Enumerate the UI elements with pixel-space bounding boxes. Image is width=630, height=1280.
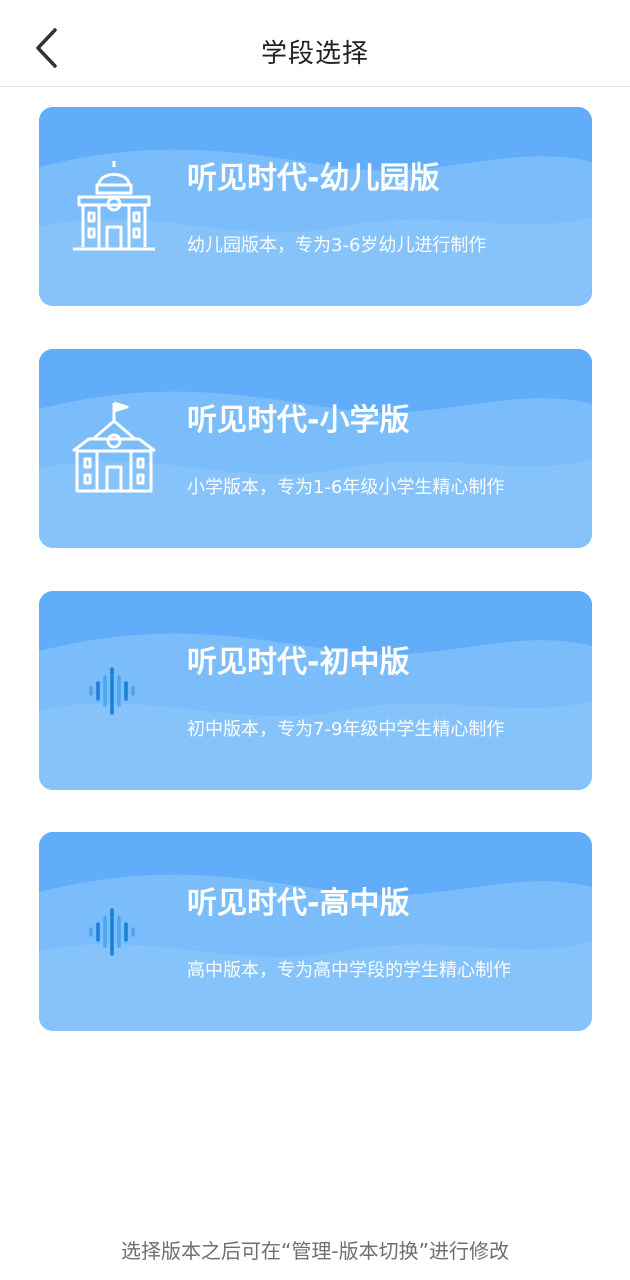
kindergarten-building-icon: [69, 157, 159, 257]
audio-wave-icon: [69, 641, 159, 741]
card-title: 听见时代-高中版: [187, 886, 410, 921]
card-kindergarten[interactable]: 听见时代-幼儿园版 幼儿园版本，专为3-6岁幼儿进行制作: [39, 107, 592, 306]
card-description: 小学版本，专为1-6年级小学生精心制作: [187, 477, 505, 498]
card-junior-high[interactable]: 听见时代-初中版 初中版本，专为7-9年级中学生精心制作: [39, 591, 592, 790]
card-primary-school[interactable]: 听见时代-小学版 小学版本，专为1-6年级小学生精心制作: [39, 349, 592, 548]
card-title: 听见时代-小学版: [187, 403, 410, 438]
card-description: 高中版本，专为高中学段的学生精心制作: [187, 960, 511, 981]
top-bar: 学段选择: [0, 0, 630, 87]
card-title: 听见时代-初中版: [187, 645, 410, 680]
footer-note: 选择版本之后可在“管理-版本切换”进行修改: [121, 1239, 509, 1263]
page-title: 学段选择: [260, 39, 369, 69]
card-description: 幼儿园版本，专为3-6岁幼儿进行制作: [187, 235, 487, 256]
card-senior-high[interactable]: 听见时代-高中版 高中版本，专为高中学段的学生精心制作: [39, 832, 592, 1031]
audio-wave-icon: [69, 882, 159, 982]
card-description: 初中版本，专为7-9年级中学生精心制作: [187, 719, 505, 740]
card-title: 听见时代-幼儿园版: [187, 161, 440, 196]
school-building-icon: [69, 399, 159, 499]
